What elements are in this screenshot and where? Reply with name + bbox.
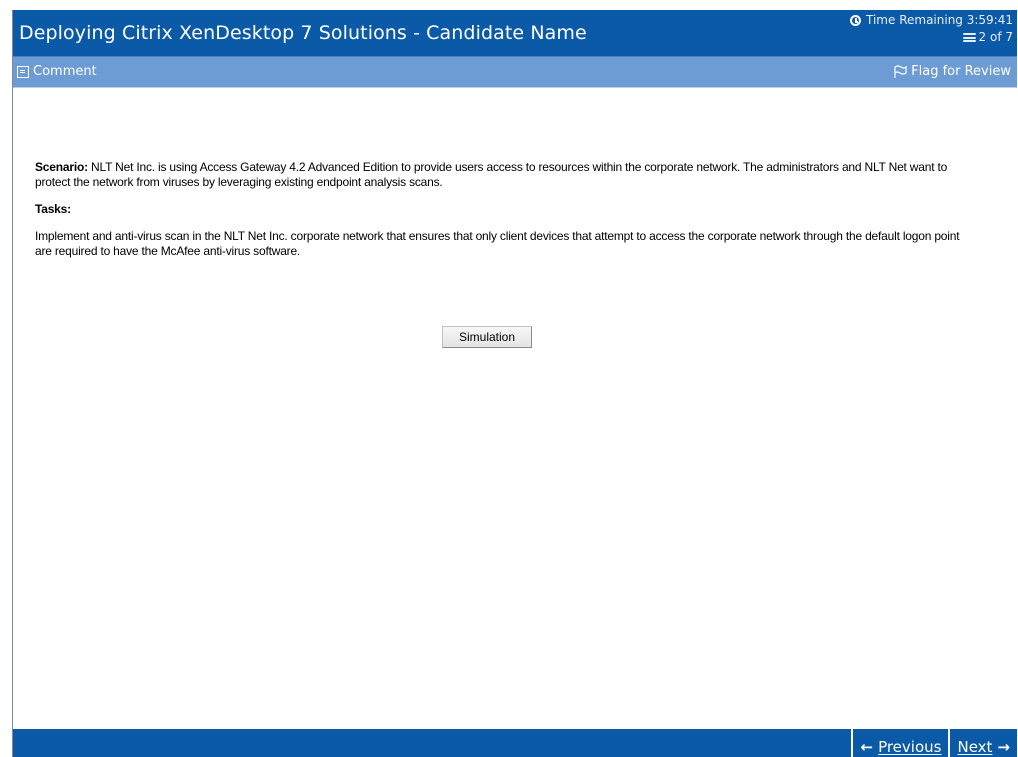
next-button[interactable]: Next → bbox=[948, 729, 1017, 757]
tasks-text: Implement and anti-virus scan in the NLT… bbox=[35, 229, 960, 258]
previous-label: Previous bbox=[878, 738, 942, 756]
comment-label: Comment bbox=[33, 64, 97, 79]
comment-button[interactable]: Comment bbox=[17, 64, 97, 79]
previous-button[interactable]: ← Previous bbox=[851, 729, 948, 757]
flag-icon bbox=[893, 64, 907, 79]
exam-title: Deploying Citrix XenDesktop 7 Solutions … bbox=[19, 22, 587, 44]
pages-icon bbox=[962, 33, 976, 42]
scenario-paragraph: Scenario: NLT Net Inc. is using Access G… bbox=[35, 160, 975, 190]
question-text: Scenario: NLT Net Inc. is using Access G… bbox=[35, 160, 975, 271]
flag-label: Flag for Review bbox=[911, 64, 1011, 79]
tasks-label: Tasks: bbox=[35, 202, 71, 216]
navigation: ← Previous Next → bbox=[851, 729, 1017, 757]
comment-icon bbox=[17, 65, 29, 78]
page-indicator: 2 of 7 bbox=[850, 29, 1013, 46]
scenario-text: NLT Net Inc. is using Access Gateway 4.2… bbox=[35, 160, 948, 189]
exam-window: Deploying Citrix XenDesktop 7 Solutions … bbox=[12, 10, 1017, 757]
title-bar: Deploying Citrix XenDesktop 7 Solutions … bbox=[13, 10, 1017, 56]
page-indicator-label: 2 of 7 bbox=[978, 30, 1013, 44]
toolbar: Comment Flag for Review bbox=[13, 56, 1017, 88]
scenario-label: Scenario: bbox=[35, 160, 88, 174]
simulation-button[interactable]: Simulation bbox=[442, 326, 532, 348]
flag-for-review-button[interactable]: Flag for Review bbox=[893, 64, 1011, 79]
arrow-right-icon: → bbox=[997, 738, 1010, 756]
footer-bar: ← Previous Next → bbox=[13, 729, 1017, 757]
question-area: Scenario: NLT Net Inc. is using Access G… bbox=[13, 88, 1017, 729]
clock-icon bbox=[850, 15, 862, 26]
next-label: Next bbox=[957, 738, 993, 756]
time-remaining-label: Time Remaining 3:59:41 bbox=[866, 13, 1013, 27]
status-area: Time Remaining 3:59:41 2 of 7 bbox=[850, 12, 1013, 46]
time-remaining: Time Remaining 3:59:41 bbox=[850, 12, 1013, 29]
arrow-left-icon: ← bbox=[860, 738, 874, 756]
